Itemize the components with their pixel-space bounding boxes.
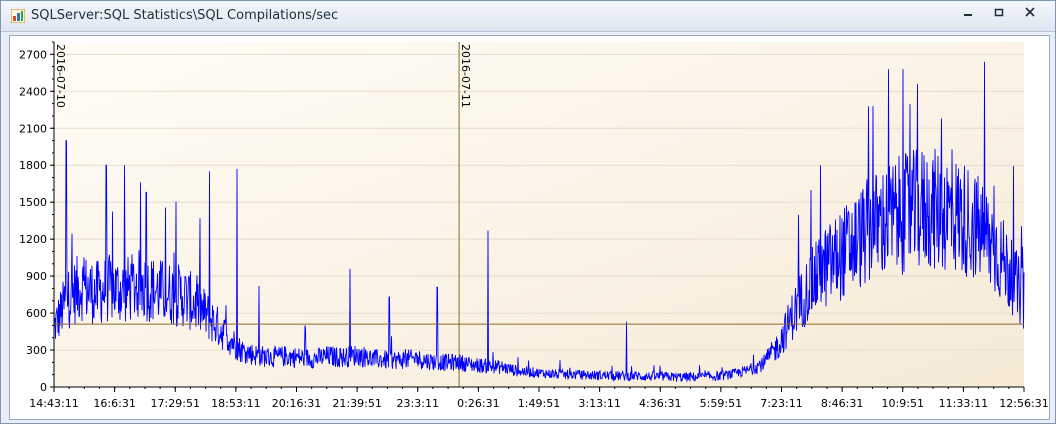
y-tick-label: 2400 bbox=[19, 85, 47, 98]
x-tick-label: 16:6:31 bbox=[93, 397, 135, 410]
title-bar[interactable]: SQLServer:SQL Statistics\SQL Compilation… bbox=[1, 1, 1055, 32]
x-tick-label: 3:13:11 bbox=[578, 397, 620, 410]
minimize-icon bbox=[964, 14, 972, 16]
day-marker-label: 2016-07-10 bbox=[54, 44, 67, 108]
x-tick-label: 10:9:51 bbox=[882, 397, 924, 410]
y-tick-label: 0 bbox=[40, 381, 47, 394]
restore-icon bbox=[994, 8, 1004, 17]
y-tick-label: 1800 bbox=[19, 159, 47, 172]
x-tick-label: 11:33:11 bbox=[939, 397, 988, 410]
x-tick-label: 18:53:11 bbox=[211, 397, 260, 410]
x-tick-label: 20:16:31 bbox=[272, 397, 321, 410]
y-tick-label: 2700 bbox=[19, 48, 47, 61]
x-tick-label: 8:46:31 bbox=[821, 397, 863, 410]
day-marker-label: 2016-07-11 bbox=[459, 44, 472, 108]
y-tick-label: 300 bbox=[26, 344, 47, 357]
x-tick-label: 23:3:11 bbox=[397, 397, 439, 410]
x-tick-label: 12:56:31 bbox=[999, 397, 1048, 410]
close-button[interactable] bbox=[1025, 7, 1047, 25]
y-tick-label: 600 bbox=[26, 307, 47, 320]
close-icon bbox=[1025, 7, 1035, 17]
chart-app-icon bbox=[11, 9, 25, 23]
chart-area: 0 300 600 900 1200 1500 1800 2100 2400 2700 14:43:… bbox=[9, 35, 1050, 420]
minimize-button[interactable] bbox=[963, 7, 985, 25]
y-tick-label: 1200 bbox=[19, 233, 47, 246]
x-tick-label: 0:26:31 bbox=[457, 397, 499, 410]
x-tick-label: 1:49:51 bbox=[518, 397, 560, 410]
chart-window: SQLServer:SQL Statistics\SQL Compilation… bbox=[0, 0, 1056, 424]
y-tick-label: 1500 bbox=[19, 196, 47, 209]
window-title: SQLServer:SQL Statistics\SQL Compilation… bbox=[31, 8, 339, 23]
x-tick-label: 14:43:11 bbox=[29, 397, 78, 410]
restore-button[interactable] bbox=[994, 7, 1016, 25]
y-tick-label: 2100 bbox=[19, 122, 47, 135]
x-tick-label: 5:59:51 bbox=[700, 397, 742, 410]
y-tick-label: 900 bbox=[26, 270, 47, 283]
x-tick-label: 21:39:51 bbox=[332, 397, 381, 410]
x-tick-label: 17:29:51 bbox=[151, 397, 200, 410]
x-tick-label: 4:36:31 bbox=[639, 397, 681, 410]
line-chart: 0 300 600 900 1200 1500 1800 2100 2400 2700 14:43:… bbox=[19, 41, 1049, 410]
x-tick-label: 7:23:11 bbox=[760, 397, 802, 410]
